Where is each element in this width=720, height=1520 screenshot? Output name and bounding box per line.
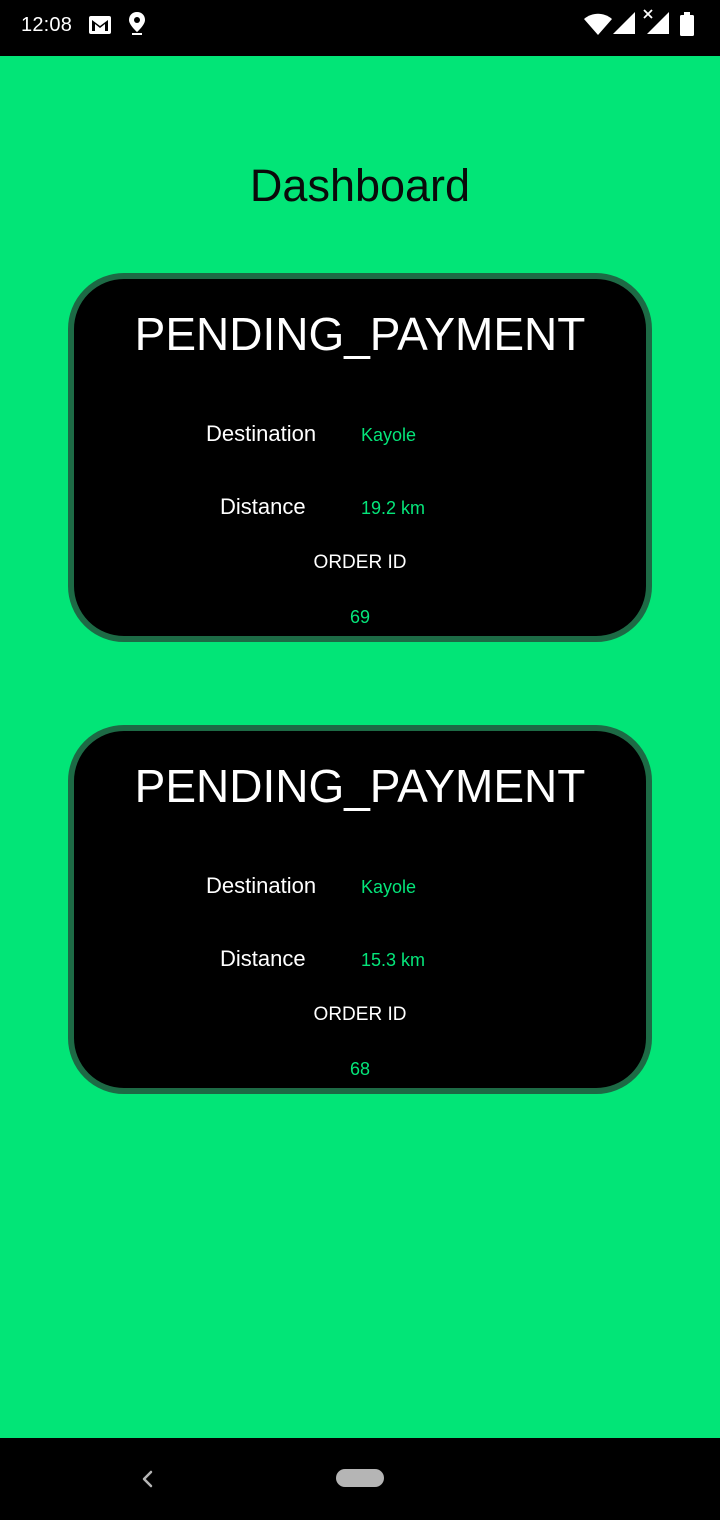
order-id-label: ORDER ID — [313, 552, 407, 573]
destination-label: Destination — [206, 873, 317, 898]
distance-value: 15.3 km — [361, 950, 426, 970]
wifi-icon — [584, 13, 612, 35]
status-bar: 12:08 — [0, 0, 720, 56]
page-title: Dashboard — [249, 160, 471, 211]
back-icon[interactable] — [136, 1462, 158, 1496]
gmail-icon — [89, 16, 111, 34]
order-card[interactable]: PENDING_PAYMENT Destination Kayole Dista… — [68, 273, 652, 642]
destination-value: Kayole — [361, 425, 417, 445]
status-time: 12:08 — [21, 14, 73, 36]
destination-value: Kayole — [361, 877, 417, 897]
order-status: PENDING_PAYMENT — [134, 308, 586, 360]
order-card[interactable]: PENDING_PAYMENT Destination Kayole Dista… — [68, 725, 652, 1094]
destination-label: Destination — [206, 421, 317, 446]
home-pill-icon[interactable] — [336, 1469, 384, 1487]
navigation-bar — [0, 1438, 720, 1520]
cell-signal-2-icon — [647, 12, 669, 34]
order-status: PENDING_PAYMENT — [134, 760, 586, 812]
distance-label: Distance — [220, 946, 306, 971]
distance-label: Distance — [220, 494, 306, 519]
location-pin-icon — [129, 12, 145, 35]
order-id-label: ORDER ID — [313, 1004, 407, 1025]
order-id-value: 69 — [349, 607, 371, 627]
distance-value: 19.2 km — [361, 498, 426, 518]
cell-signal-icon — [613, 12, 635, 34]
battery-icon — [680, 12, 694, 36]
order-id-value: 68 — [349, 1059, 371, 1079]
